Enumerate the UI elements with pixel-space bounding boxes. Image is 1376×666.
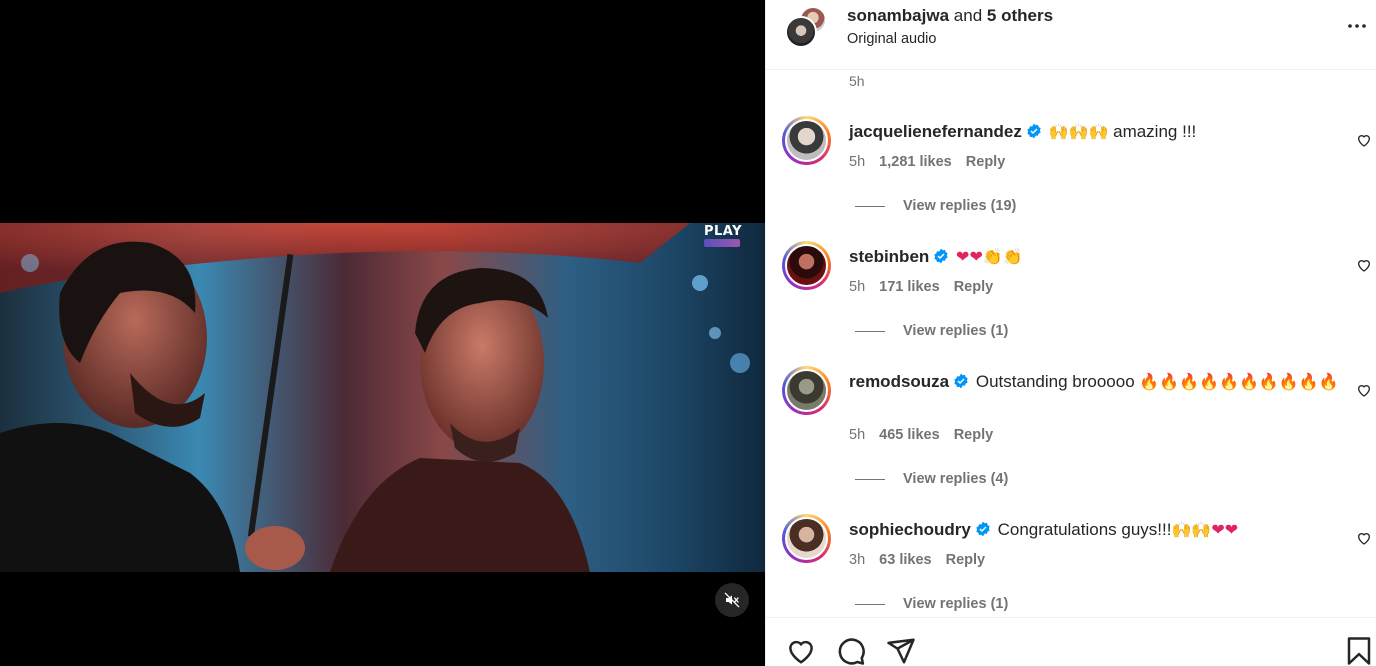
comment-username[interactable]: sophiechoudry bbox=[849, 520, 971, 539]
heart-icon[interactable] bbox=[786, 636, 816, 666]
comment-time[interactable]: 5h bbox=[849, 279, 865, 295]
view-replies-label: View replies (19) bbox=[903, 198, 1017, 214]
verified-badge-icon bbox=[1027, 123, 1041, 139]
post-panel: sonambajwa and 5 others Original audio 5… bbox=[765, 0, 1376, 666]
mute-button[interactable] bbox=[715, 583, 749, 617]
comment-likes[interactable]: 63 likes bbox=[879, 552, 931, 568]
comment-text: amazing !!! bbox=[1108, 122, 1197, 141]
more-horizontal-icon[interactable] bbox=[1345, 14, 1369, 38]
view-replies-button[interactable]: View replies (19) bbox=[855, 198, 1016, 214]
watermark-logo bbox=[704, 239, 740, 247]
reply-button[interactable]: Reply bbox=[966, 154, 1006, 170]
comment-time[interactable]: 5h bbox=[849, 427, 865, 443]
view-replies-label: View replies (1) bbox=[903, 596, 1009, 612]
view-replies-label: View replies (1) bbox=[903, 323, 1009, 339]
reply-button[interactable]: Reply bbox=[954, 279, 994, 295]
avatar[interactable] bbox=[782, 366, 831, 415]
comment-body: sophiechoudry Congratulations guys!!!🙌🙌❤… bbox=[849, 518, 1339, 542]
view-replies-button[interactable]: View replies (1) bbox=[855, 323, 1008, 339]
avatar[interactable] bbox=[782, 241, 831, 290]
comment-text: Outstanding brooooo bbox=[975, 372, 1140, 391]
comment-meta: 5h 465 likes Reply bbox=[849, 427, 1003, 443]
verified-badge-icon bbox=[976, 521, 990, 537]
author-username[interactable]: sonambajwa bbox=[847, 6, 949, 25]
comment-emoji: 🙌🙌❤❤ bbox=[1171, 520, 1239, 539]
others-link[interactable]: 5 others bbox=[987, 6, 1053, 25]
heart-icon[interactable] bbox=[1356, 382, 1372, 398]
comment-emoji: ❤❤👏👏 bbox=[956, 247, 1023, 266]
comment-meta: 3h 63 likes Reply bbox=[849, 552, 995, 568]
video-still bbox=[0, 223, 750, 572]
comment-username[interactable]: stebinben bbox=[849, 247, 929, 266]
verified-badge-icon bbox=[954, 373, 968, 389]
view-replies-label: View replies (4) bbox=[903, 471, 1009, 487]
speaker-muted-icon bbox=[724, 592, 740, 608]
play-watermark: PLAY bbox=[704, 224, 743, 239]
authors-joiner: and bbox=[953, 6, 983, 25]
comment-likes[interactable]: 1,281 likes bbox=[879, 154, 952, 170]
caption-timestamp: 5h bbox=[849, 73, 865, 89]
media-viewer[interactable]: PLAY bbox=[0, 0, 765, 666]
view-replies-button[interactable]: View replies (4) bbox=[855, 471, 1008, 487]
comment-text: Congratulations guys!!! bbox=[997, 520, 1172, 539]
post-authors[interactable]: sonambajwa and 5 others bbox=[847, 6, 1053, 26]
comment-body: stebinben ❤❤👏👏 bbox=[849, 245, 1339, 269]
reel-video[interactable] bbox=[0, 223, 765, 572]
comment-icon[interactable] bbox=[836, 636, 866, 666]
reply-button[interactable]: Reply bbox=[954, 427, 994, 443]
avatar[interactable] bbox=[782, 514, 831, 563]
comment-username[interactable]: remodsouza bbox=[849, 372, 949, 391]
heart-icon[interactable] bbox=[1356, 132, 1372, 148]
comment-likes[interactable]: 465 likes bbox=[879, 427, 939, 443]
comment-body: remodsouza Outstanding brooooo 🔥🔥🔥🔥🔥🔥🔥🔥🔥… bbox=[849, 370, 1339, 394]
heart-icon[interactable] bbox=[1356, 530, 1372, 546]
comment-meta: 5h 171 likes Reply bbox=[849, 279, 1003, 295]
heart-icon[interactable] bbox=[1356, 257, 1372, 273]
comment-likes[interactable]: 171 likes bbox=[879, 279, 939, 295]
comments-list[interactable]: 5h jacquelienefernandez 🙌🙌🙌 amazing !!! … bbox=[766, 70, 1376, 617]
comment-emoji: 🔥🔥🔥🔥🔥🔥🔥🔥🔥🔥 bbox=[1139, 372, 1339, 391]
comment-username[interactable]: jacquelienefernandez bbox=[849, 122, 1022, 141]
action-bar bbox=[766, 617, 1376, 666]
view-replies-button[interactable]: View replies (1) bbox=[855, 596, 1008, 612]
comment-emoji: 🙌🙌🙌 bbox=[1048, 122, 1109, 141]
avatar[interactable] bbox=[782, 116, 831, 165]
comment-meta: 5h 1,281 likes Reply bbox=[849, 154, 1015, 170]
comment-time[interactable]: 5h bbox=[849, 154, 865, 170]
comment-time[interactable]: 3h bbox=[849, 552, 865, 568]
send-icon[interactable] bbox=[886, 636, 916, 666]
reply-button[interactable]: Reply bbox=[946, 552, 986, 568]
verified-badge-icon bbox=[934, 248, 948, 264]
audio-link[interactable]: Original audio bbox=[847, 31, 936, 47]
post-header: sonambajwa and 5 others Original audio bbox=[766, 0, 1376, 70]
comment-body: jacquelienefernandez 🙌🙌🙌 amazing !!! bbox=[849, 120, 1339, 144]
avatar bbox=[785, 16, 817, 48]
bookmark-icon[interactable] bbox=[1344, 636, 1374, 666]
collab-avatars[interactable] bbox=[785, 6, 829, 50]
